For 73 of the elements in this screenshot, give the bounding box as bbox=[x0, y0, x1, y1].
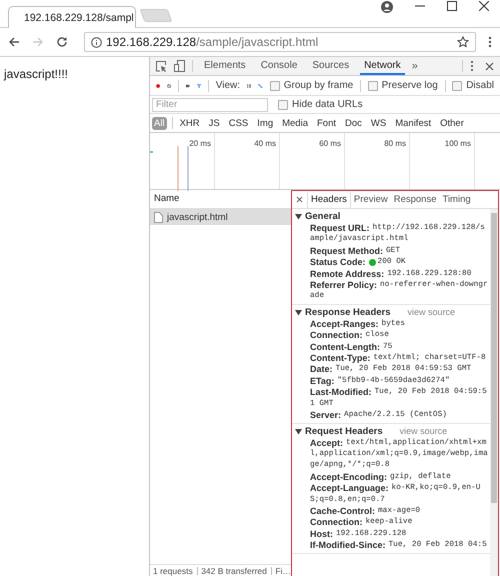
devtools-tab[interactable]: Console bbox=[256, 57, 302, 75]
back-icon[interactable] bbox=[8, 36, 20, 48]
address-field[interactable]: 192.168.229.128/sample/javascript.html bbox=[84, 32, 476, 52]
checkbox-label: Preserve log bbox=[382, 80, 438, 91]
file-icon bbox=[154, 212, 163, 222]
devtools-tab[interactable]: Elements bbox=[200, 57, 250, 75]
status-text: 342 B transferred bbox=[201, 566, 267, 576]
expand-arrow-icon[interactable] bbox=[295, 213, 302, 220]
status-dot-icon bbox=[368, 259, 376, 266]
waterfall-icon[interactable] bbox=[258, 82, 263, 90]
expand-arrow-icon[interactable] bbox=[295, 308, 302, 316]
type-filter-button[interactable]: Doc bbox=[343, 116, 364, 130]
tab-title: 192.168.229.128/sampl bbox=[24, 12, 134, 24]
type-filter-button[interactable]: Font bbox=[314, 116, 338, 130]
type-filter-button[interactable]: Manifest bbox=[393, 116, 434, 130]
type-filter-button[interactable]: Media bbox=[280, 116, 310, 130]
account-icon[interactable] bbox=[381, 1, 393, 13]
close-icon[interactable] bbox=[296, 196, 303, 203]
section-title[interactable]: Response Headers bbox=[305, 306, 391, 318]
checkbox-label: Group by frame bbox=[284, 80, 354, 91]
details-tab[interactable]: Preview bbox=[350, 192, 391, 208]
details-tab[interactable]: Timing bbox=[440, 192, 474, 208]
checkbox[interactable] bbox=[368, 80, 378, 90]
request-row[interactable]: javascript.html bbox=[150, 209, 291, 225]
info-icon bbox=[91, 36, 102, 48]
type-filter-button[interactable]: WS bbox=[368, 116, 388, 130]
checkbox-label: Hide data URLs bbox=[292, 99, 363, 110]
checkbox[interactable] bbox=[278, 100, 288, 110]
checkbox-label: Disabl bbox=[466, 80, 494, 91]
reload-icon[interactable] bbox=[56, 36, 68, 48]
header-name: Status Code: bbox=[310, 257, 366, 268]
tick-label: 80 ms bbox=[384, 139, 406, 148]
close-icon[interactable] bbox=[479, 1, 489, 11]
close-icon[interactable] bbox=[485, 62, 494, 70]
view-source-link[interactable]: view source bbox=[400, 426, 448, 436]
status-text: Fi… bbox=[275, 566, 291, 576]
devtools-tab[interactable]: Network bbox=[360, 57, 405, 75]
timeline-markers-drawing bbox=[150, 146, 190, 191]
tick-label: 100 ms bbox=[444, 139, 471, 148]
type-filter-button[interactable]: XHR bbox=[178, 116, 202, 130]
scrollbar[interactable] bbox=[490, 209, 498, 576]
list-view-icon[interactable] bbox=[247, 82, 252, 90]
request-name: javascript.html bbox=[167, 212, 228, 222]
browser-tab[interactable]: 192.168.229.128/sampl bbox=[8, 6, 136, 28]
maximize-icon[interactable] bbox=[447, 1, 457, 11]
devtools-tab[interactable]: Sources bbox=[308, 57, 354, 75]
star-icon[interactable] bbox=[457, 36, 469, 48]
details-tab[interactable]: Headers bbox=[307, 192, 351, 208]
checkbox[interactable] bbox=[452, 80, 462, 90]
device-icon[interactable] bbox=[174, 60, 185, 72]
view-source-link[interactable]: view source bbox=[408, 307, 456, 318]
type-filter-button[interactable]: CSS bbox=[226, 116, 250, 130]
page-text: javascript!!!! bbox=[4, 67, 68, 81]
type-filter-button[interactable]: Other bbox=[438, 116, 466, 130]
tick-label: 40 ms bbox=[254, 139, 276, 148]
filter-field[interactable]: Filter bbox=[152, 98, 268, 112]
type-filter-button[interactable]: Img bbox=[255, 116, 276, 130]
status-text: 1 requests bbox=[153, 566, 193, 576]
menu-icon[interactable] bbox=[488, 36, 492, 48]
menu-icon[interactable] bbox=[470, 60, 474, 72]
type-filter-button[interactable]: JS bbox=[206, 116, 222, 130]
view-label: View: bbox=[216, 80, 240, 91]
checkbox[interactable] bbox=[270, 80, 280, 90]
url-text: 192.168.229.128/sample/javascript.html bbox=[106, 35, 318, 49]
scrollbar-thumb[interactable] bbox=[491, 213, 497, 503]
details-tab[interactable]: Response bbox=[390, 192, 440, 208]
tick-label: 20 ms bbox=[189, 139, 211, 148]
section-title[interactable]: General bbox=[305, 211, 340, 222]
expand-arrow-icon[interactable] bbox=[295, 428, 302, 434]
section-title[interactable]: Request Headers bbox=[305, 426, 383, 436]
inspect-icon[interactable] bbox=[156, 60, 167, 72]
tick-label: 60 ms bbox=[319, 139, 341, 148]
more-tabs-button[interactable]: » bbox=[412, 60, 418, 72]
